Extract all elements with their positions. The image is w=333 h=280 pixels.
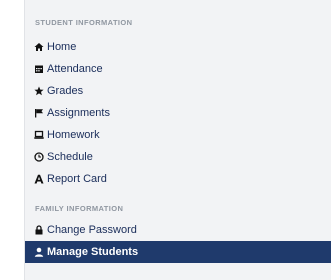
sidebar-item-manage-students[interactable]: Manage Students	[25, 241, 331, 263]
lock-icon	[34, 225, 44, 235]
sidebar-item-label: Grades	[47, 85, 84, 97]
sidebar-item-label: Attendance	[47, 63, 103, 75]
sidebar-item-home[interactable]: Home	[25, 36, 331, 58]
sidebar-item-label: Schedule	[47, 151, 93, 163]
flag-icon	[34, 108, 44, 118]
sidebar-item-change-password[interactable]: Change Password	[25, 219, 331, 241]
sidebar-item-homework[interactable]: Homework	[25, 124, 331, 146]
sidebar-item-schedule[interactable]: Schedule	[25, 146, 331, 168]
sidebar-item-label: Change Password	[47, 224, 137, 236]
sidebar-item-label: Assignments	[47, 107, 110, 119]
user-icon	[34, 247, 44, 257]
sidebar-item-label: Report Card	[47, 173, 107, 185]
sidebar-item-report-card[interactable]: Report Card	[25, 168, 331, 190]
section-title-student-information: STUDENT INFORMATION	[35, 18, 133, 27]
star-icon	[34, 86, 44, 96]
sidebar-item-assignments[interactable]: Assignments	[25, 102, 331, 124]
sidebar-panel: STUDENT INFORMATION Home Attendance Grad…	[24, 0, 331, 280]
sidebar-item-label: Home	[47, 41, 77, 53]
section-title-family-information: FAMILY INFORMATION	[35, 204, 124, 213]
sidebar-item-label: Homework	[47, 129, 100, 141]
sidebar-item-label: Manage Students	[47, 246, 139, 258]
calendar-icon	[34, 64, 44, 74]
home-icon	[34, 42, 44, 52]
report-card-icon	[34, 174, 44, 184]
sidebar-item-grades[interactable]: Grades	[25, 80, 331, 102]
laptop-icon	[34, 130, 44, 140]
clock-icon	[34, 152, 44, 162]
sidebar-item-attendance[interactable]: Attendance	[25, 58, 331, 80]
